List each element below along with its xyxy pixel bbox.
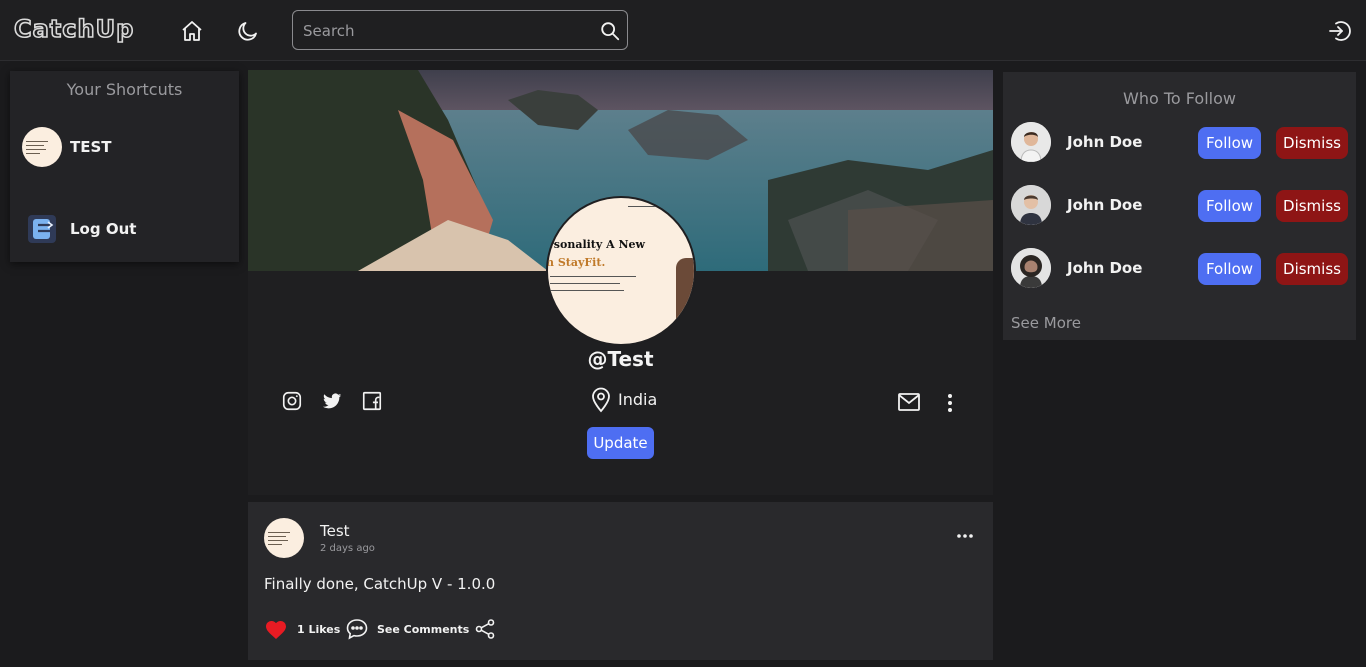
see-comments-link[interactable]: See Comments	[377, 623, 469, 636]
logout-icon	[28, 215, 56, 243]
mail-icon[interactable]	[897, 392, 921, 412]
search-bar	[292, 10, 628, 50]
avatar[interactable]	[1011, 185, 1051, 225]
facebook-icon[interactable]	[361, 390, 383, 412]
search-icon[interactable]	[599, 20, 621, 42]
location-text: India	[618, 390, 658, 409]
shortcut-item-test[interactable]: TEST	[22, 127, 222, 167]
avatar-headline: rsonality A New	[548, 238, 645, 251]
suggestion-name[interactable]: John Doe	[1067, 196, 1142, 214]
post-actions: 1 Likes See Comments	[264, 617, 664, 641]
heart-icon[interactable]	[264, 618, 288, 640]
who-to-follow-panel: Who To Follow John Doe Follow Dismiss Jo…	[1003, 72, 1356, 340]
shortcut-label: Log Out	[70, 220, 137, 238]
dismiss-button[interactable]: Dismiss	[1276, 190, 1348, 222]
instagram-icon[interactable]	[281, 390, 303, 412]
logout-icon[interactable]	[1327, 19, 1351, 43]
who-to-follow-title: Who To Follow	[1123, 89, 1236, 108]
post-text: Finally done, CatchUp V - 1.0.0	[264, 575, 496, 593]
profile-username: @Test	[587, 347, 654, 371]
share-icon[interactable]	[474, 618, 496, 640]
suggestion-row: John Doe Follow Dismiss	[1011, 122, 1351, 162]
navbar: CatchUp	[0, 0, 1366, 61]
suggestion-row: John Doe Follow Dismiss	[1011, 248, 1351, 288]
likes-count: 1 Likes	[297, 623, 341, 636]
profile-card: rsonality A New h StayFit. @Test India U…	[248, 70, 993, 495]
app-logo[interactable]: CatchUp	[13, 14, 134, 44]
twitter-icon[interactable]	[321, 390, 343, 412]
suggestion-row: John Doe Follow Dismiss	[1011, 185, 1351, 225]
avatar[interactable]	[1011, 122, 1051, 162]
avatar[interactable]	[1011, 248, 1051, 288]
update-button[interactable]: Update	[587, 427, 654, 459]
dismiss-button[interactable]: Dismiss	[1276, 253, 1348, 285]
comment-icon[interactable]	[345, 617, 369, 641]
avatar	[22, 127, 62, 167]
profile-avatar[interactable]: rsonality A New h StayFit.	[546, 196, 696, 346]
shortcuts-title: Your Shortcuts	[66, 80, 183, 99]
avatar[interactable]	[264, 518, 304, 558]
dismiss-button[interactable]: Dismiss	[1276, 127, 1348, 159]
home-icon[interactable]	[180, 19, 204, 43]
post-author[interactable]: Test	[320, 522, 350, 540]
see-more-link[interactable]: See More	[1011, 314, 1081, 332]
search-input[interactable]	[303, 19, 593, 43]
suggestion-name[interactable]: John Doe	[1067, 259, 1142, 277]
more-horizontal-icon[interactable]	[956, 529, 974, 543]
shortcuts-panel: Your Shortcuts TEST Log Out	[10, 71, 239, 262]
follow-button[interactable]: Follow	[1198, 127, 1261, 159]
suggestion-name[interactable]: John Doe	[1067, 133, 1142, 151]
follow-button[interactable]: Follow	[1198, 253, 1261, 285]
shortcut-item-logout[interactable]: Log Out	[22, 209, 222, 249]
moon-icon[interactable]	[236, 19, 260, 43]
post-card: Test 2 days ago Finally done, CatchUp V …	[248, 502, 993, 660]
avatar-subheadline: h StayFit.	[546, 256, 606, 269]
location-pin-icon	[592, 387, 610, 413]
post-timestamp: 2 days ago	[320, 543, 375, 554]
more-vertical-icon[interactable]	[941, 392, 959, 414]
follow-button[interactable]: Follow	[1198, 190, 1261, 222]
shortcut-label: TEST	[70, 138, 112, 156]
